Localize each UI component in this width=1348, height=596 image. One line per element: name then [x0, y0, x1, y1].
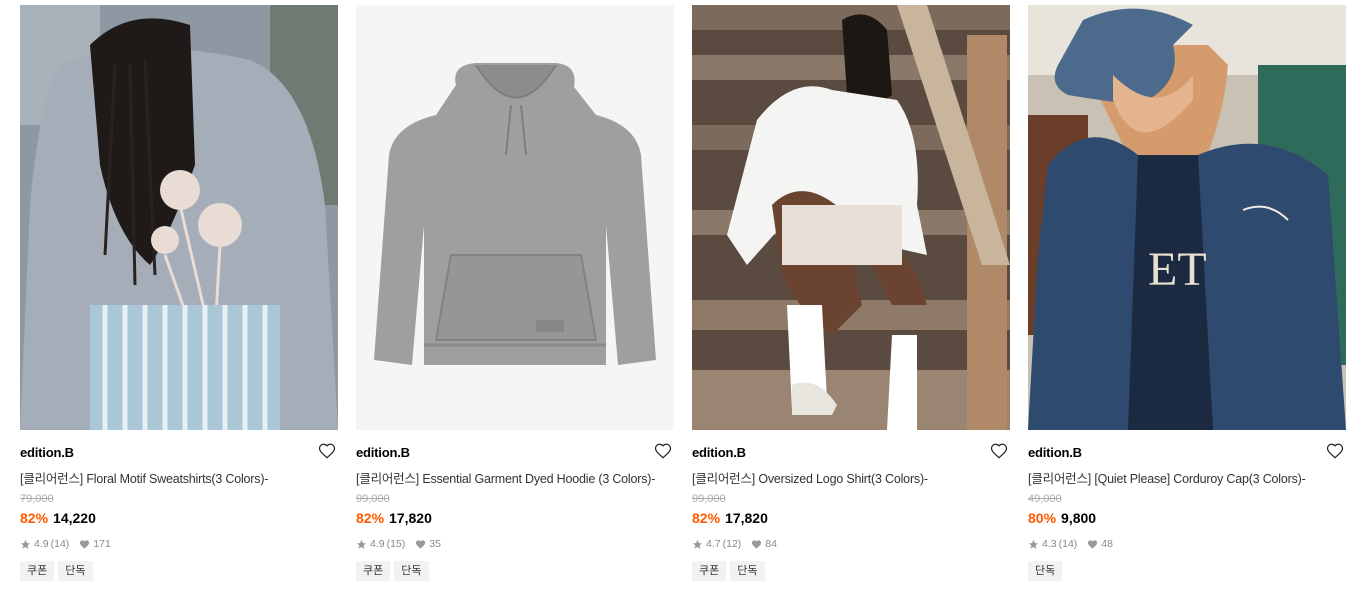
review-count: (14)	[1058, 538, 1078, 550]
heart-icon[interactable]	[318, 442, 336, 460]
original-price: 49,000	[1028, 493, 1062, 505]
brand-name[interactable]: edition.B	[20, 445, 74, 460]
tag-coupon: 쿠폰	[20, 561, 55, 581]
price-row: 82% 14,220	[20, 510, 96, 526]
product-name[interactable]: [클리어런스] Essential Garment Dyed Hoodie (3…	[356, 468, 674, 487]
discount-rate: 82%	[356, 510, 385, 526]
review-count: (15)	[386, 538, 406, 550]
product-name[interactable]: [클리어런스] [Quiet Please] Corduroy Cap(3 Co…	[1028, 468, 1346, 487]
tag-list: 쿠폰 단독	[20, 561, 93, 581]
review-count: (14)	[50, 538, 70, 550]
discount-rate: 82%	[692, 510, 721, 526]
review-count: (12)	[722, 538, 742, 550]
rating: 4.9	[34, 538, 49, 550]
heart-filled-icon	[751, 539, 762, 550]
star-icon	[356, 539, 367, 550]
product-card[interactable]: edition.B [클리어런스] Floral Motif Sweatshir…	[20, 5, 338, 590]
heart-icon[interactable]	[990, 442, 1008, 460]
star-icon	[692, 539, 703, 550]
star-icon	[20, 539, 31, 550]
tag-list: 쿠폰 단독	[692, 561, 765, 581]
rating: 4.3	[1042, 538, 1057, 550]
price-row: 80% 9,800	[1028, 510, 1096, 526]
original-price: 79,000	[20, 493, 54, 505]
product-image[interactable]: ET	[1028, 5, 1346, 430]
heart-filled-icon	[79, 539, 90, 550]
price-row: 82% 17,820	[692, 510, 768, 526]
tag-exclusive: 단독	[394, 561, 429, 581]
like-count: 35	[429, 538, 441, 550]
price-row: 82% 17,820	[356, 510, 432, 526]
sale-price: 17,820	[725, 510, 768, 526]
product-card[interactable]: edition.B [클리어런스] Essential Garment Dyed…	[356, 5, 674, 590]
heart-filled-icon	[415, 539, 426, 550]
heart-icon[interactable]	[1326, 442, 1344, 460]
discount-rate: 80%	[1028, 510, 1057, 526]
original-price: 99,000	[692, 493, 726, 505]
discount-rate: 82%	[20, 510, 49, 526]
sale-price: 14,220	[53, 510, 96, 526]
product-image[interactable]	[692, 5, 1010, 430]
product-meta: 4.9 (15) 35	[356, 538, 441, 550]
tag-exclusive: 단독	[1028, 561, 1063, 581]
product-grid: edition.B [클리어런스] Floral Motif Sweatshir…	[20, 5, 1346, 590]
product-name[interactable]: [클리어런스] Oversized Logo Shirt(3 Colors)-	[692, 468, 1010, 487]
tag-list: 쿠폰 단독	[356, 561, 429, 581]
rating: 4.7	[706, 538, 721, 550]
heart-filled-icon	[1087, 539, 1098, 550]
heart-icon[interactable]	[654, 442, 672, 460]
rating: 4.9	[370, 538, 385, 550]
star-icon	[1028, 539, 1039, 550]
brand-name[interactable]: edition.B	[1028, 445, 1082, 460]
product-meta: 4.7 (12) 84	[692, 538, 777, 550]
sale-price: 9,800	[1061, 510, 1097, 526]
like-count: 171	[93, 538, 111, 550]
tag-coupon: 쿠폰	[692, 561, 727, 581]
tag-exclusive: 단독	[730, 561, 765, 581]
product-name[interactable]: [클리어런스] Floral Motif Sweatshirts(3 Color…	[20, 468, 338, 487]
brand-name[interactable]: edition.B	[692, 445, 746, 460]
like-count: 48	[1101, 538, 1113, 550]
like-count: 84	[765, 538, 777, 550]
svg-text:ET: ET	[1148, 243, 1207, 296]
brand-name[interactable]: edition.B	[356, 445, 410, 460]
product-card[interactable]: ET edition.B [클리어런스] [Quiet Please] Cord…	[1028, 5, 1346, 590]
product-image[interactable]	[356, 5, 674, 430]
product-image[interactable]	[20, 5, 338, 430]
tag-list: 단독	[1028, 561, 1063, 581]
product-card[interactable]: edition.B [클리어런스] Oversized Logo Shirt(3…	[692, 5, 1010, 590]
original-price: 99,000	[356, 493, 390, 505]
sale-price: 17,820	[389, 510, 432, 526]
tag-exclusive: 단독	[58, 561, 93, 581]
product-meta: 4.3 (14) 48	[1028, 538, 1113, 550]
tag-coupon: 쿠폰	[356, 561, 391, 581]
product-meta: 4.9 (14) 171	[20, 538, 111, 550]
